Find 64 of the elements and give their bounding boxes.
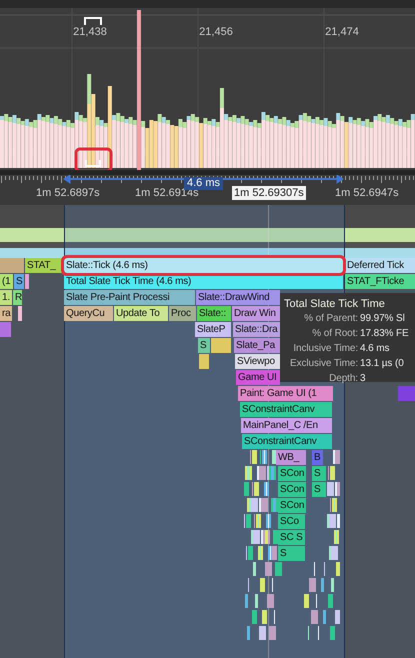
time-label: 1m 52.69307s [232, 186, 306, 200]
timing-event[interactable]: R [13, 290, 22, 305]
timing-event[interactable]: SViewpo [235, 354, 280, 369]
timing-event[interactable]: Game UI [236, 370, 280, 385]
timing-event[interactable]: SCo [278, 514, 305, 529]
timing-event[interactable]: 1. [0, 290, 12, 305]
timing-event[interactable]: SlateP [195, 322, 231, 337]
timing-event[interactable]: MainPanel_C /En [241, 418, 332, 433]
timing-event[interactable]: Slate_Pa [234, 338, 280, 353]
timing-event[interactable]: Slate::Dra [233, 322, 280, 337]
timing-event[interactable]: S [278, 546, 305, 561]
timing-event[interactable] [25, 274, 29, 289]
timing-event[interactable]: Total Slate Tick Time (4.6 ms) [64, 274, 343, 289]
timing-event[interactable]: Slate:: [197, 306, 231, 321]
tooltip-label: Depth: [329, 372, 358, 385]
timing-event[interactable] [398, 386, 415, 401]
tooltip-label: % of Parent: [304, 312, 358, 325]
tooltip-value: 13.1 µs (0 [359, 357, 405, 370]
timing-event[interactable]: SCon [278, 482, 306, 497]
timing-event[interactable]: Deferred Tick [345, 258, 415, 273]
timing-event[interactable]: QueryCu [64, 306, 113, 321]
timing-event[interactable]: (1 [0, 274, 13, 289]
tooltip-label: % of Root: [312, 327, 358, 340]
selection-duration: 4.6 ms [184, 177, 224, 190]
timing-event[interactable]: Paint: Game UI (1 [238, 386, 333, 401]
timing-event[interactable]: SConstraintCanv [242, 434, 332, 449]
timing-event[interactable]: S [312, 466, 326, 481]
timing-event[interactable]: SCon [278, 466, 306, 481]
tooltip-label: Inclusive Time: [293, 342, 358, 355]
timing-event[interactable]: S [312, 482, 326, 497]
frame-bracket-icon [85, 160, 101, 167]
frame-number: 21,474 [325, 26, 359, 38]
timing-event[interactable]: SC S [278, 530, 305, 545]
frame-number: 21,438 [73, 26, 107, 38]
timing-event[interactable]: Proc [169, 306, 196, 321]
timing-event[interactable] [0, 258, 24, 273]
timing-event[interactable]: Slate::DrawWind [196, 290, 280, 305]
tooltip-value: 99.97% Sl [359, 312, 406, 325]
tooltip-label: Exclusive Time: [290, 357, 358, 370]
timing-event[interactable] [0, 322, 11, 337]
timing-event[interactable]: SConstraintCanv [240, 402, 332, 417]
timing-event[interactable]: WB_ [276, 450, 306, 465]
timing-event[interactable]: Slate Pre-Paint Processi [64, 290, 195, 305]
tooltip-value: 3 [359, 372, 366, 385]
timing-event[interactable] [18, 306, 22, 321]
time-label: 1m 52.6947s [334, 186, 400, 200]
timing-event[interactable] [211, 338, 231, 353]
tooltip-value: 4.6 ms [359, 342, 390, 355]
frame-number: 21,456 [199, 26, 233, 38]
tooltip-title: Total Slate Tick Time [284, 298, 386, 310]
time-label: 1m 52.6897s [35, 186, 101, 200]
timing-event[interactable]: STAT_ [25, 258, 63, 273]
timing-event[interactable]: Draw Win [232, 306, 280, 321]
timing-event[interactable]: STAT_FTicke [345, 274, 415, 289]
timing-event[interactable]: ra [0, 306, 12, 321]
timing-event[interactable]: SCon [278, 498, 306, 513]
tooltip-value: 17.83% FE [359, 327, 410, 340]
timing-event[interactable]: S [198, 338, 210, 353]
timing-event[interactable] [199, 354, 209, 369]
timing-event[interactable]: S [14, 274, 24, 289]
timing-event[interactable]: Update To [114, 306, 168, 321]
timing-event[interactable]: Slate::Tick (4.6 ms) [64, 258, 343, 273]
timing-event[interactable]: B [312, 450, 323, 465]
frame-bracket-icon [84, 17, 102, 25]
